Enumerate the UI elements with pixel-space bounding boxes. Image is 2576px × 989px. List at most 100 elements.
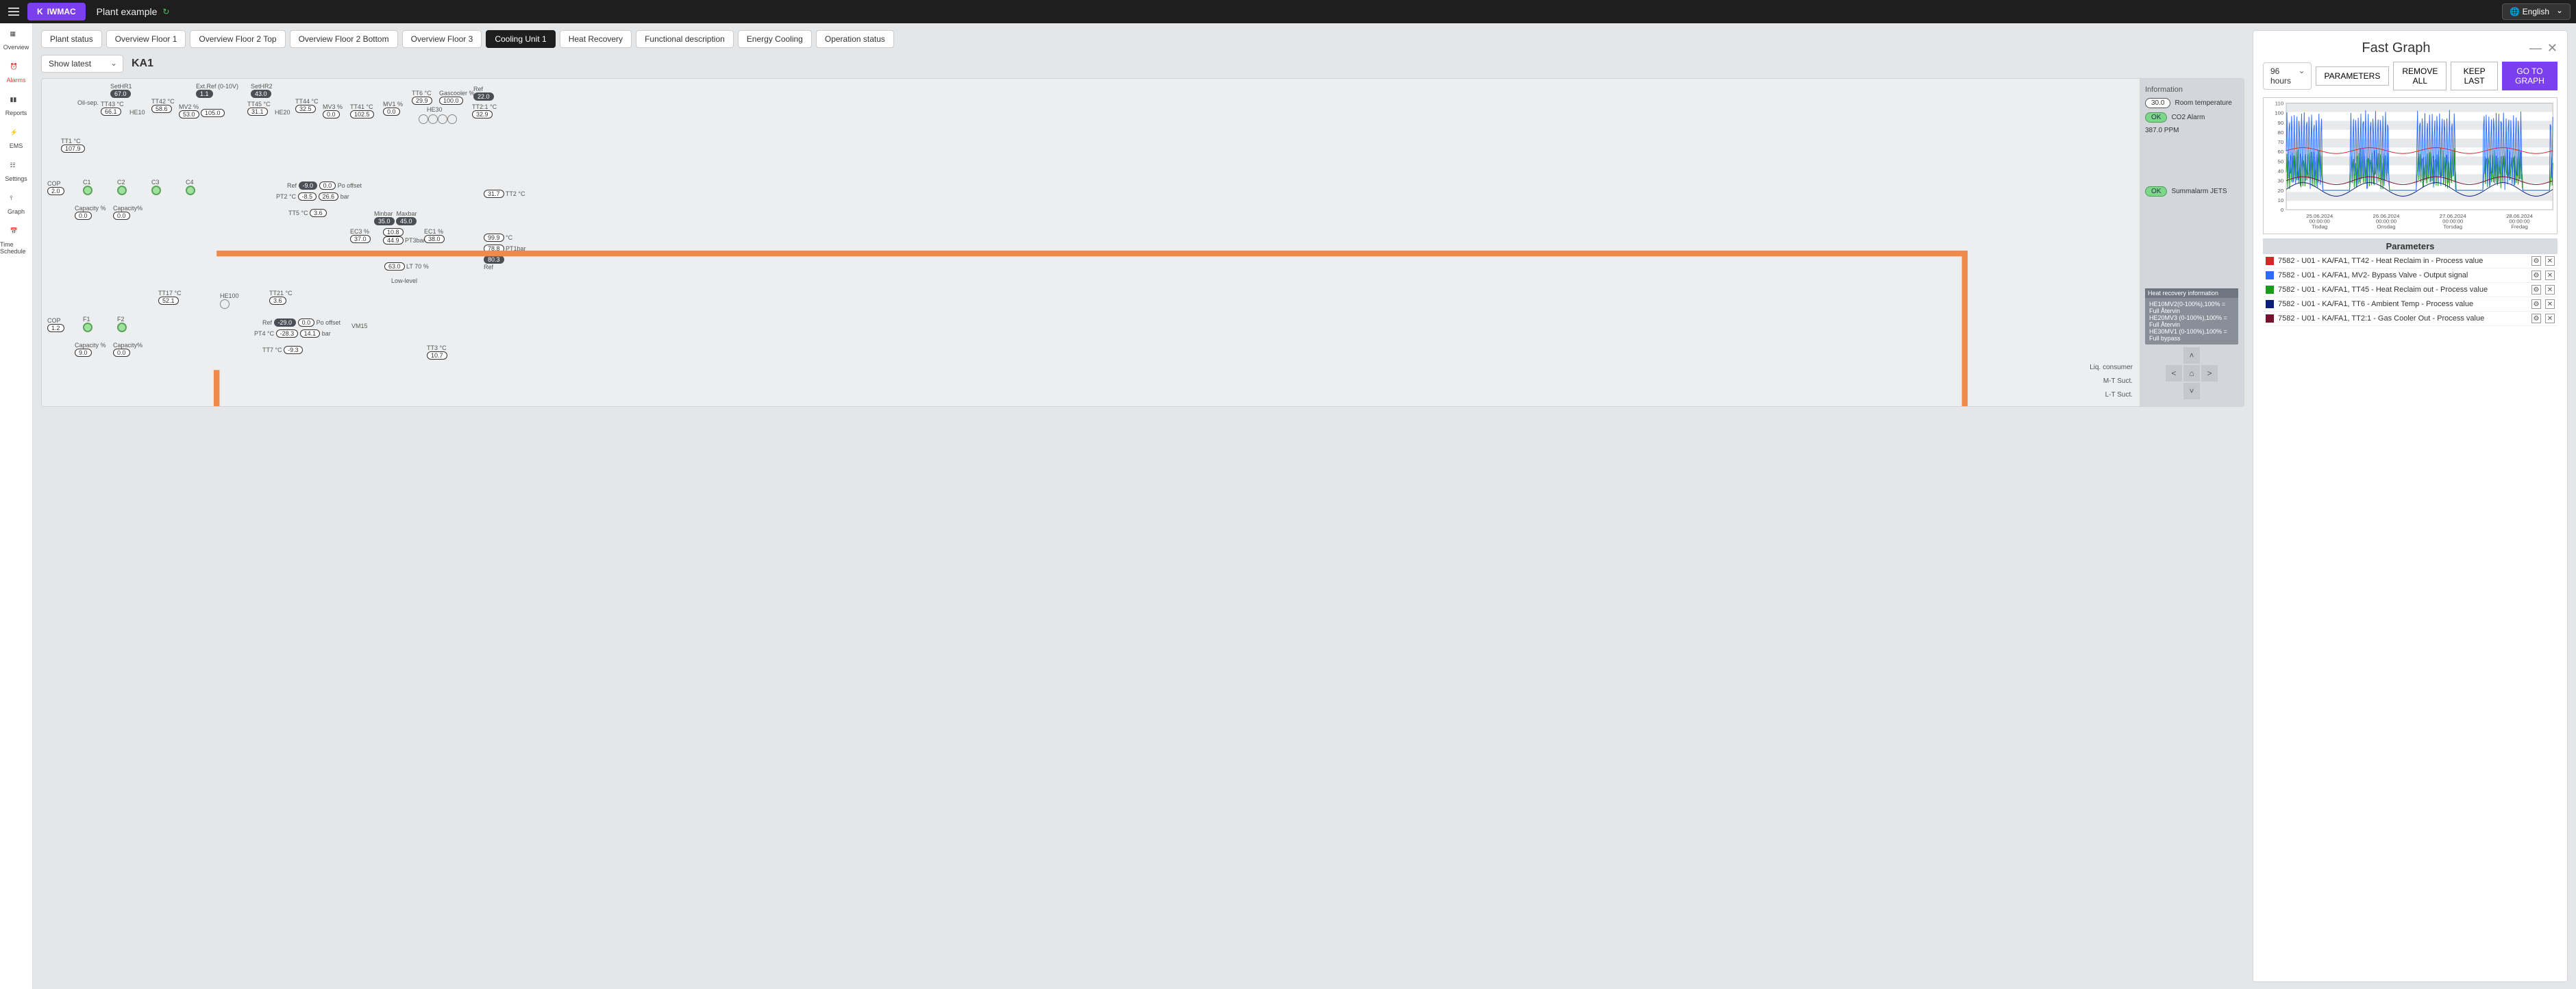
fast-graph-panel: Fast Graph — ✕ 96 hours PARAMETERS REMOV… <box>2253 30 2568 982</box>
co2-lbl: CO2 Alarm <box>2171 114 2205 121</box>
sidebar-item-overview[interactable]: ▦Overview <box>3 30 29 51</box>
menu-icon[interactable] <box>5 3 22 20</box>
color-swatch <box>2266 314 2274 323</box>
pt3b: 44.9 <box>383 236 404 245</box>
tt2c: 31.7 <box>484 190 504 198</box>
brand-badge[interactable]: KIWMAC <box>27 3 86 21</box>
remove-icon[interactable]: ✕ <box>2545 285 2555 295</box>
ec3: 37.0 <box>350 235 371 243</box>
comp-f1 <box>83 323 92 332</box>
parameters-button[interactable]: PARAMETERS <box>2316 66 2390 86</box>
comp-c3 <box>151 186 161 195</box>
param-name: 7582 - U01 - KA/FA1, TT2:1 - Gas Cooler … <box>2278 314 2527 323</box>
remove-all-button[interactable]: REMOVE ALL <box>2393 62 2447 90</box>
mv1: 0.0 <box>383 108 400 116</box>
dpad-down[interactable]: ˅ <box>2183 383 2200 399</box>
gear-icon[interactable]: ⚙ <box>2531 271 2541 280</box>
tab-energy-cooling[interactable]: Energy Cooling <box>738 30 812 48</box>
pt2b: 26.6 <box>319 192 339 201</box>
sidebar-item-ems[interactable]: ⚡EMS <box>10 129 23 149</box>
ref80: 80.3 <box>484 255 504 264</box>
gear-icon[interactable]: ⚙ <box>2531 299 2541 309</box>
remove-icon[interactable]: ✕ <box>2545 256 2555 266</box>
tab-operation-status[interactable]: Operation status <box>816 30 894 48</box>
param-name: 7582 - U01 - KA/FA1, TT6 - Ambient Temp … <box>2278 300 2527 308</box>
unit-label: KA1 <box>132 58 153 70</box>
plant-name: Plant example <box>97 6 158 17</box>
ref0: 0.0 <box>319 181 336 190</box>
dpad-left[interactable]: ˂ <box>2166 365 2182 381</box>
gear-icon[interactable]: ⚙ <box>2531 285 2541 295</box>
svg-text:20: 20 <box>2278 188 2284 194</box>
sidebar-item-alarms[interactable]: ⏰Alarms <box>6 63 25 84</box>
tt21: 3.6 <box>269 297 286 305</box>
tt43: 66.1 <box>101 108 121 116</box>
tab-overview-floor-1[interactable]: Overview Floor 1 <box>106 30 186 48</box>
tt1: 107.9 <box>61 145 85 153</box>
liq-consumer-lbl: Liq. consumer <box>2090 364 2133 371</box>
param-row: 7582 - U01 - KA/FA1, TT2:1 - Gas Cooler … <box>2263 312 2558 326</box>
sidebar-item-graph[interactable]: ⫯Graph <box>8 195 25 215</box>
tab-overview-floor-3[interactable]: Overview Floor 3 <box>402 30 482 48</box>
sidebar-item-settings[interactable]: ☷Settings <box>5 162 27 182</box>
dpad[interactable]: ˄ ˂⌂˃ ˅ <box>2166 347 2218 399</box>
tt17: 52.1 <box>158 297 179 305</box>
tab-overview-floor-2-top[interactable]: Overview Floor 2 Top <box>190 30 285 48</box>
sidebar-item-reports[interactable]: ▮▮Reports <box>5 96 27 116</box>
chart: 010203040506070809010011025.06.202400:00… <box>2263 97 2558 234</box>
tt44: 32.5 <box>295 105 316 113</box>
minimize-icon[interactable]: — <box>2529 41 2542 55</box>
tab-heat-recovery[interactable]: Heat Recovery <box>560 30 632 48</box>
pt2: -8.5 <box>298 192 317 201</box>
go-to-graph-button[interactable]: GO TO GRAPH <box>2502 62 2558 90</box>
vm15: VM15 <box>351 323 368 329</box>
maxbar: 45.0 <box>396 217 417 225</box>
show-latest-select[interactable]: Show latest <box>41 55 123 73</box>
remove-icon[interactable]: ✕ <box>2545 299 2555 309</box>
refresh-icon[interactable]: ↻ <box>162 7 169 16</box>
dpad-home[interactable]: ⌂ <box>2183 365 2200 381</box>
param-name: 7582 - U01 - KA/FA1, MV2- Bypass Valve -… <box>2278 271 2527 279</box>
params-header: Parameters <box>2263 238 2558 254</box>
range-select[interactable]: 96 hours <box>2263 62 2312 90</box>
gascooler: 100.0 <box>439 97 463 105</box>
comp-c1 <box>83 186 92 195</box>
tab-overview-floor-2-bottom[interactable]: Overview Floor 2 Bottom <box>290 30 398 48</box>
sethr2: 43.0 <box>251 90 271 98</box>
gear-icon[interactable]: ⚙ <box>2531 256 2541 266</box>
svg-text:70: 70 <box>2278 139 2284 145</box>
remove-icon[interactable]: ✕ <box>2545 314 2555 323</box>
sidebar: ▦Overview ⏰Alarms ▮▮Reports ⚡EMS ☷Settin… <box>0 23 33 989</box>
tt2-1: 32.9 <box>472 110 493 118</box>
process-diagram: Oil-sep. SetHR167.0 TT43 °C66.1 HE10 TT4… <box>41 78 2244 407</box>
close-icon[interactable]: ✕ <box>2547 41 2558 55</box>
language-select[interactable]: 🌐 English <box>2502 3 2571 20</box>
color-swatch <box>2266 300 2274 308</box>
remove-icon[interactable]: ✕ <box>2545 271 2555 280</box>
comp-f2 <box>117 323 127 332</box>
param-row: 7582 - U01 - KA/FA1, TT6 - Ambient Temp … <box>2263 297 2558 312</box>
summa-ok: OK <box>2145 186 2167 197</box>
tt6: 29.9 <box>412 97 432 105</box>
color-swatch <box>2266 271 2274 279</box>
svg-text:110: 110 <box>2275 100 2284 106</box>
dpad-up[interactable]: ˄ <box>2183 347 2200 364</box>
sidebar-item-schedule[interactable]: 📅Time Schedule <box>0 227 32 255</box>
svg-text:Torsdag: Torsdag <box>2443 223 2462 229</box>
param-name: 7582 - U01 - KA/FA1, TT42 - Heat Reclaim… <box>2278 257 2527 265</box>
tab-plant-status[interactable]: Plant status <box>41 30 102 48</box>
comp-c4 <box>186 186 195 195</box>
dpad-right[interactable]: ˃ <box>2201 365 2218 381</box>
gear-icon[interactable]: ⚙ <box>2531 314 2541 323</box>
cap2: 0.0 <box>113 212 130 220</box>
svg-text:60: 60 <box>2278 149 2284 155</box>
mt器: M-T Suct. <box>2103 377 2133 385</box>
cop2: 1.2 <box>47 324 64 332</box>
keep-last-button[interactable]: KEEP LAST <box>2451 62 2498 90</box>
tab-functional-description[interactable]: Functional description <box>636 30 734 48</box>
ec1: 38.0 <box>424 235 445 243</box>
color-swatch <box>2266 286 2274 294</box>
tab-cooling-unit-1[interactable]: Cooling Unit 1 <box>486 30 555 48</box>
cap1: 0.0 <box>75 212 92 220</box>
summa-lbl: Summalarm JETS <box>2171 188 2227 195</box>
